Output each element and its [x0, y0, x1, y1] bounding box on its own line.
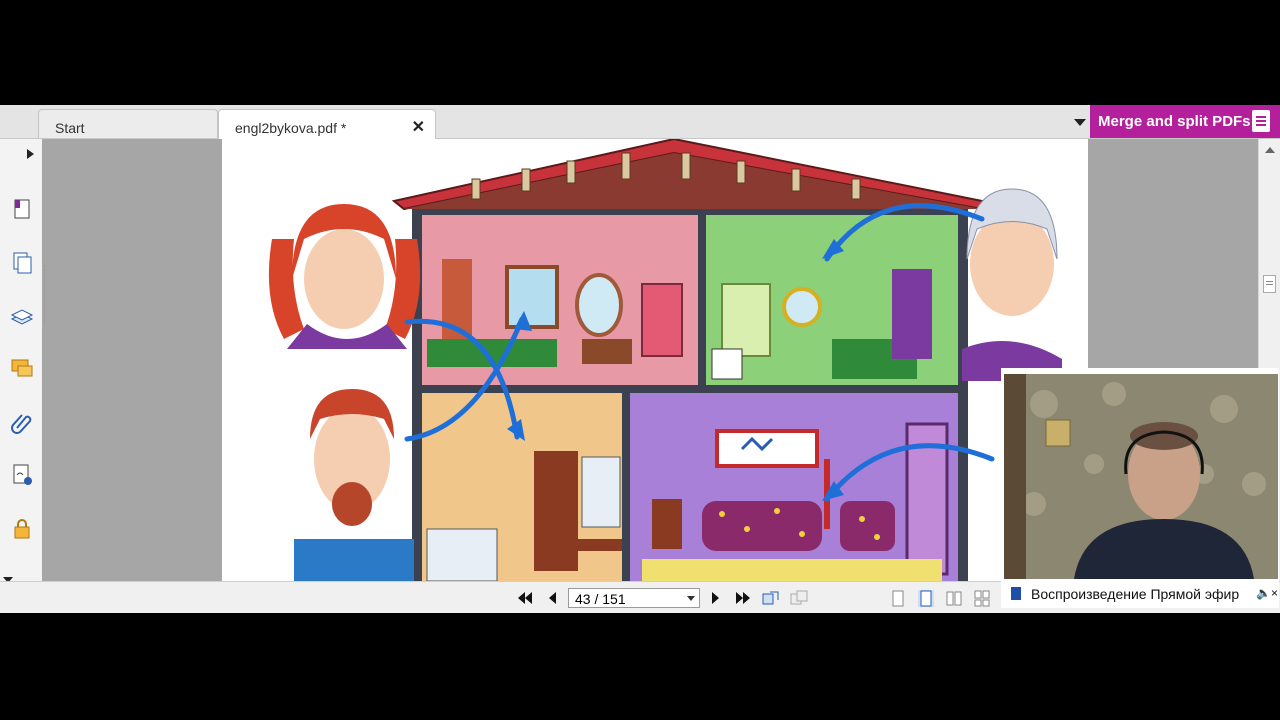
stream-status-bar: Воспроизведение Прямой эфир 🔈× — [1001, 579, 1279, 608]
tabs-dropdown-icon[interactable] — [1074, 119, 1086, 126]
first-page-icon[interactable] — [516, 590, 534, 606]
facing-view-icon[interactable] — [946, 590, 962, 607]
signatures-icon[interactable] — [10, 463, 34, 487]
tab-start[interactable]: Start — [38, 109, 218, 138]
single-page-view-icon[interactable] — [890, 590, 906, 607]
volume-icon[interactable]: 🔈× — [1256, 586, 1278, 600]
page-indicator-text: 43 / 151 — [575, 591, 626, 607]
close-icon[interactable]: ✕ — [412, 117, 425, 137]
promo-label: Merge and split PDFs — [1098, 113, 1251, 130]
stream-status-text: Воспроизведение Прямой эфир — [1031, 586, 1240, 602]
continuous-view-icon[interactable] — [918, 590, 934, 607]
tab-document[interactable]: engl2bykova.pdf * ✕ — [218, 109, 436, 139]
webcam-overlay: Воспроизведение Прямой эфир 🔈× — [1001, 368, 1279, 608]
left-sidebar — [0, 139, 43, 583]
tab-bar: Start engl2bykova.pdf * ✕ Merge and spli… — [0, 105, 1280, 139]
page-dropdown-icon[interactable] — [687, 596, 695, 601]
pdf-page — [222, 139, 1088, 581]
tab-document-label: engl2bykova.pdf * — [235, 120, 347, 136]
scroll-up-icon[interactable] — [1265, 147, 1275, 153]
presenter-video-frame — [1004, 374, 1278, 579]
layers-icon[interactable] — [10, 305, 34, 329]
next-view-icon[interactable] — [790, 590, 808, 606]
thumbnails-icon[interactable] — [10, 251, 34, 275]
page-number-field[interactable]: 43 / 151 — [568, 588, 700, 608]
pages-icon[interactable] — [10, 197, 34, 221]
expand-sidebar-icon[interactable] — [27, 149, 34, 159]
last-page-icon[interactable] — [734, 590, 752, 606]
comments-icon[interactable] — [10, 357, 34, 381]
merge-split-promo-button[interactable]: Merge and split PDFs — [1090, 105, 1280, 138]
attachments-icon[interactable] — [10, 411, 34, 435]
next-page-icon[interactable] — [706, 590, 724, 606]
stream-icon — [1011, 587, 1021, 600]
house-illustration — [268, 139, 1062, 581]
continuous-facing-view-icon[interactable] — [974, 590, 990, 607]
previous-view-icon[interactable] — [762, 590, 780, 606]
tab-start-label: Start — [55, 120, 85, 136]
previous-page-icon[interactable] — [544, 590, 562, 606]
scroll-thumb[interactable] — [1263, 275, 1276, 293]
security-icon[interactable] — [10, 517, 34, 541]
pdf-document-icon — [1252, 110, 1270, 132]
webcam-video — [1004, 374, 1278, 579]
sidebar-splitter[interactable] — [44, 265, 47, 325]
